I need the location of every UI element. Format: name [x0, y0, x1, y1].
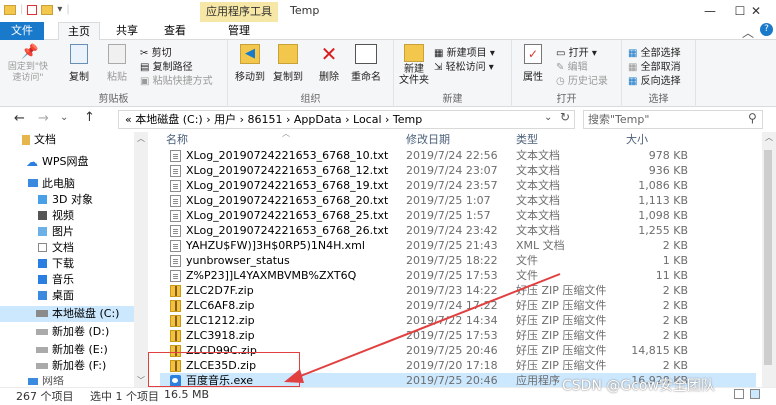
selection-size: 16.5 MB: [164, 388, 210, 401]
item-count: 267 个项目: [16, 390, 74, 403]
watermark: CSDN @Gcow安全团队: [562, 378, 715, 394]
large-icons-view-icon[interactable]: [750, 389, 760, 399]
details-view-icon[interactable]: [734, 389, 744, 399]
selection-count: 选中 1 个项目: [90, 390, 159, 403]
annotation-arrow: [284, 273, 561, 383]
